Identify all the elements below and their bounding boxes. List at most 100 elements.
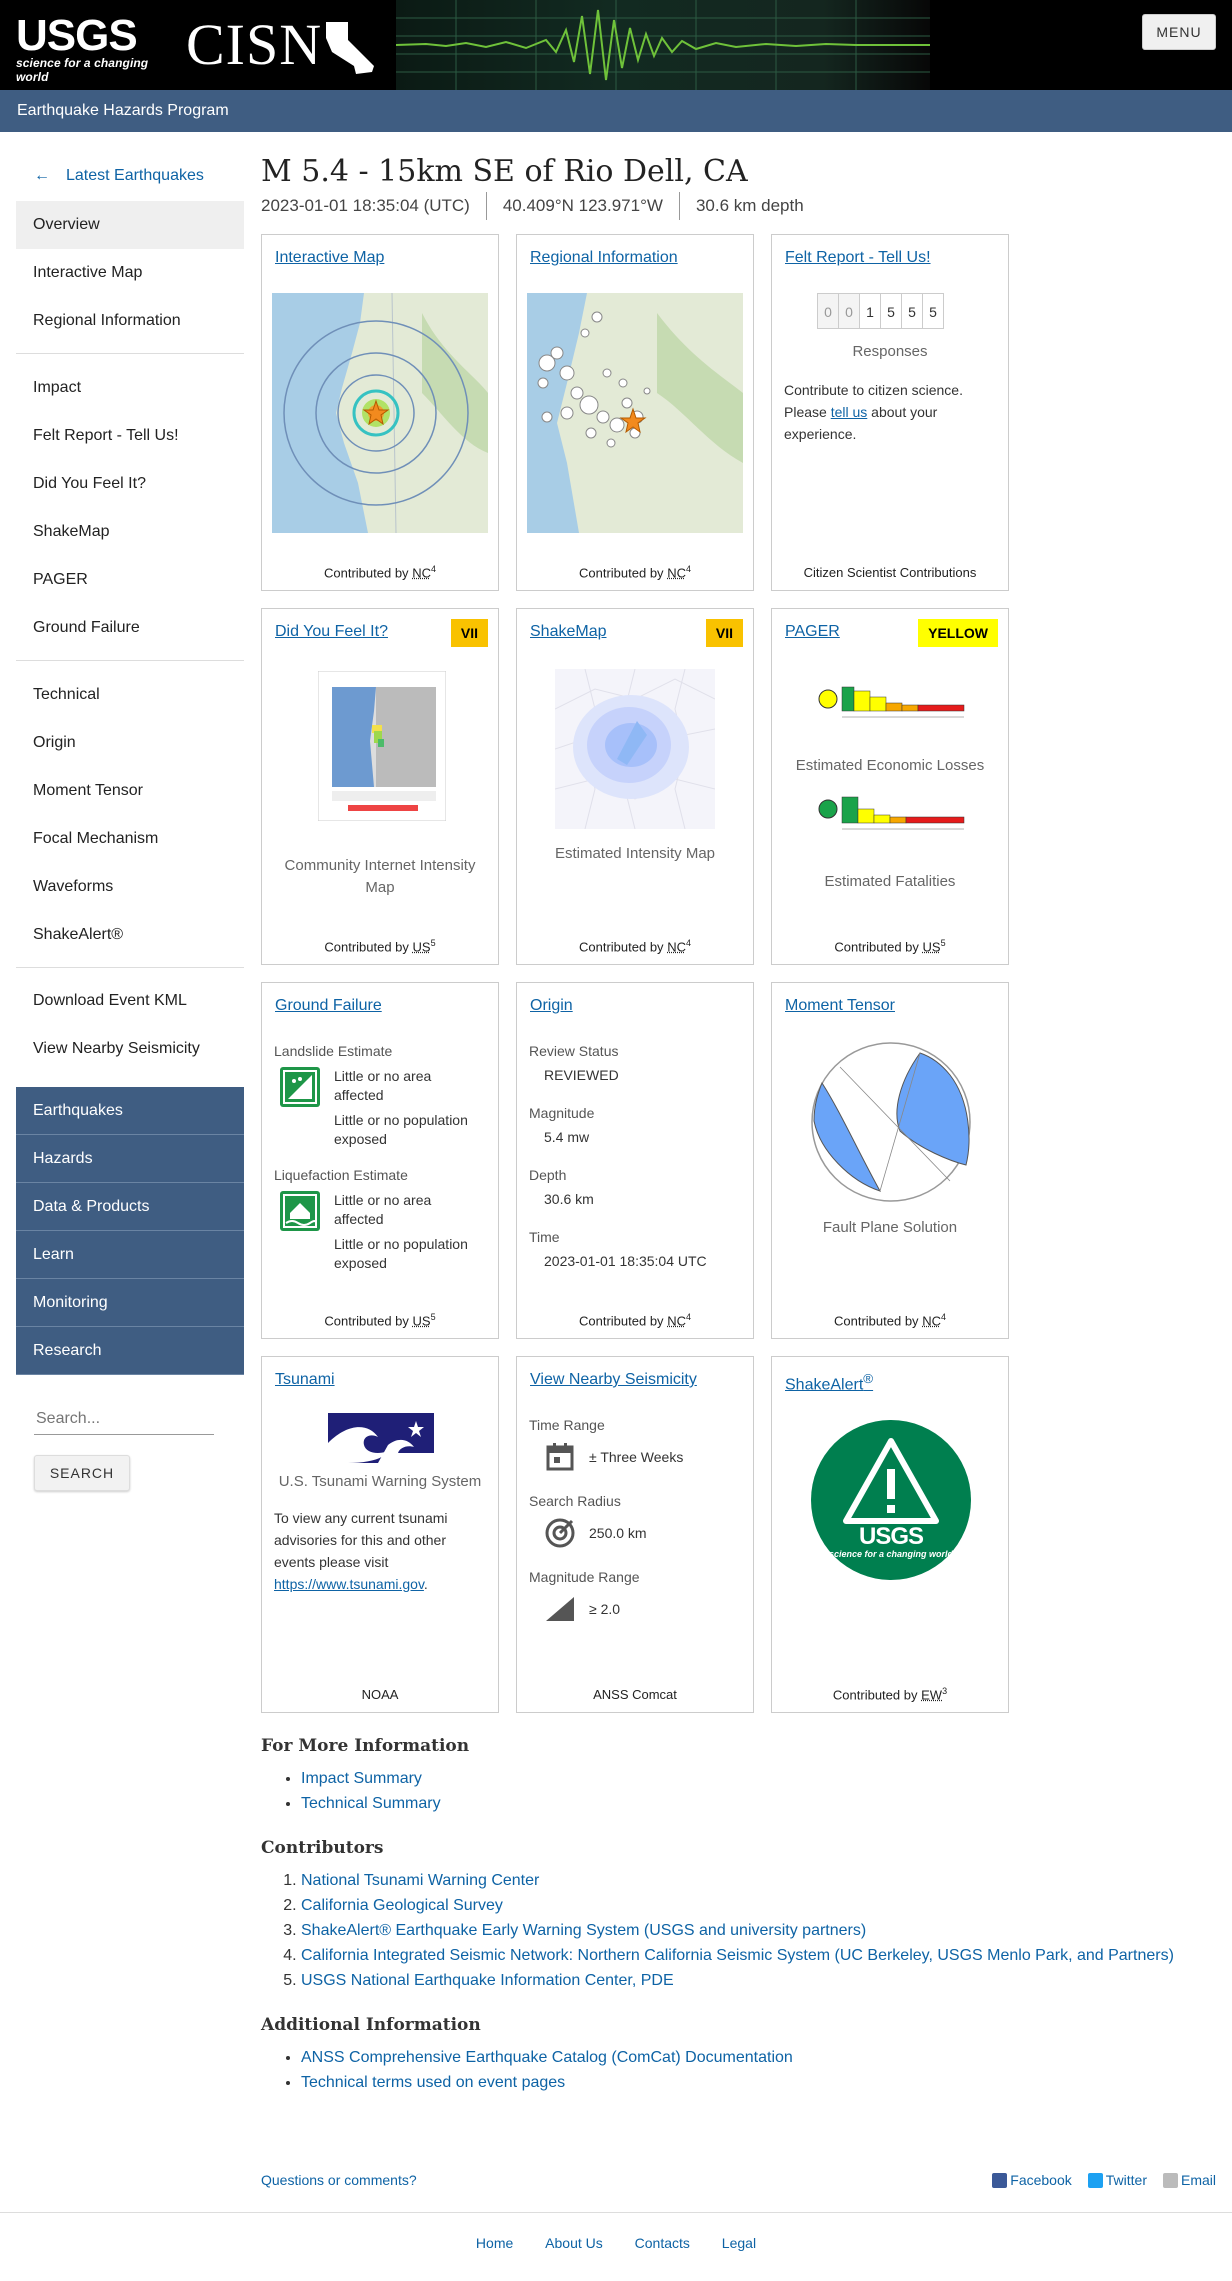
card-felt-report[interactable]: Felt Report - Tell Us! 0 0 1 5 5 5 Respo… [771, 234, 1009, 591]
contrib-ref[interactable]: 5 [431, 1312, 436, 1322]
search-button[interactable]: SEARCH [34, 1455, 130, 1491]
card-shakemap[interactable]: ShakeMap VII Estimated Intensity Map Con… [516, 608, 754, 965]
shakealert-logo[interactable]: USGS science for a changing world [810, 1419, 972, 1581]
footer-about-link[interactable]: About Us [545, 2235, 603, 2251]
card-title-ground-failure[interactable]: Ground Failure [275, 997, 382, 1015]
contrib-network[interactable]: US [923, 939, 941, 954]
more-information-section: For More Information Impact Summary Tech… [261, 1736, 1216, 1816]
footer-legal-link[interactable]: Legal [722, 2235, 756, 2251]
tsunami-gov-link[interactable]: https://www.tsunami.gov [274, 1576, 424, 1592]
search-input[interactable] [34, 1403, 214, 1435]
nav-item-regional-information[interactable]: Regional Information [16, 297, 244, 345]
footer-home-link[interactable]: Home [476, 2235, 513, 2251]
nav-item-shakemap[interactable]: ShakeMap [16, 508, 244, 556]
shakemap-thumbnail[interactable] [554, 668, 716, 830]
contributor-link[interactable]: USGS National Earthquake Information Cen… [301, 1972, 674, 1989]
nav-item-impact[interactable]: Impact [16, 364, 244, 412]
twitter-share-link[interactable]: Twitter [1087, 2172, 1147, 2188]
contributor-link[interactable]: National Tsunami Warning Center [301, 1872, 539, 1889]
site-nav-data-products[interactable]: Data & Products [16, 1183, 244, 1231]
comcat-docs-link[interactable]: ANSS Comprehensive Earthquake Catalog (C… [301, 2049, 793, 2066]
site-nav-hazards[interactable]: Hazards [16, 1135, 244, 1183]
card-shakealert[interactable]: ShakeAlert® USGS science for a changing … [771, 1356, 1009, 1713]
contrib-network[interactable]: NC [412, 565, 431, 580]
card-origin[interactable]: Origin Review Status REVIEWED Magnitude … [516, 982, 754, 1339]
contrib-ref[interactable]: 3 [942, 1686, 947, 1696]
contrib-ref[interactable]: 4 [686, 1312, 691, 1322]
card-nearby-seismicity[interactable]: View Nearby Seismicity Time Range ± Thre… [516, 1356, 754, 1713]
card-dyfi[interactable]: Did You Feel It? VII Community Internet … [261, 608, 499, 965]
contrib-network[interactable]: US [413, 1313, 431, 1328]
card-pager[interactable]: PAGER YELLOW Estimated Economic Losses E… [771, 608, 1009, 965]
card-title-nearby[interactable]: View Nearby Seismicity [530, 1371, 697, 1389]
card-title-felt-report[interactable]: Felt Report - Tell Us! [785, 249, 931, 267]
contrib-ref[interactable]: 4 [431, 564, 436, 574]
contrib-ref[interactable]: 4 [686, 938, 691, 948]
nav-item-pager[interactable]: PAGER [16, 556, 244, 604]
pager-fatalities-histogram[interactable] [818, 795, 968, 839]
site-nav-earthquakes[interactable]: Earthquakes [16, 1087, 244, 1135]
contrib-network[interactable]: NC [667, 565, 686, 580]
contributor-link[interactable]: California Integrated Seismic Network: N… [301, 1947, 1174, 1964]
nav-item-overview[interactable]: Overview [16, 201, 244, 249]
nav-item-origin[interactable]: Origin [16, 719, 244, 767]
card-interactive-map[interactable]: Interactive Map Contributed by NC4 [261, 234, 499, 591]
dyfi-map-thumbnail[interactable] [317, 670, 447, 822]
nav-item-interactive-map[interactable]: Interactive Map [16, 249, 244, 297]
contributor-link[interactable]: ShakeAlert® Earthquake Early Warning Sys… [301, 1922, 866, 1939]
contrib-network[interactable]: EW [921, 1687, 942, 1702]
nav-item-technical[interactable]: Technical [16, 671, 244, 719]
card-title-interactive-map[interactable]: Interactive Map [275, 249, 384, 267]
nav-item-download-kml[interactable]: Download Event KML [16, 977, 244, 1025]
contrib-ref[interactable]: 4 [686, 564, 691, 574]
nav-item-dyfi[interactable]: Did You Feel It? [16, 460, 244, 508]
card-regional-information[interactable]: Regional Information Contributed by NC4 [516, 234, 754, 591]
card-title-pager[interactable]: PAGER [785, 623, 840, 641]
site-nav-learn[interactable]: Learn [16, 1231, 244, 1279]
card-title-dyfi[interactable]: Did You Feel It? [275, 623, 388, 641]
card-tsunami[interactable]: Tsunami U.S. Tsunami Warning System To v… [261, 1356, 499, 1713]
impact-summary-link[interactable]: Impact Summary [301, 1770, 422, 1787]
regional-map-thumbnail[interactable] [527, 293, 743, 533]
program-bar[interactable]: Earthquake Hazards Program [0, 90, 1232, 132]
nav-item-shakealert[interactable]: ShakeAlert® [16, 911, 244, 959]
facebook-share-link[interactable]: Facebook [992, 2172, 1072, 2188]
questions-link[interactable]: Questions or comments? [261, 2172, 417, 2188]
card-title-origin[interactable]: Origin [530, 997, 573, 1015]
pager-losses-histogram[interactable] [818, 685, 968, 729]
nav-item-focal-mechanism[interactable]: Focal Mechanism [16, 815, 244, 863]
footer-contacts-link[interactable]: Contacts [635, 2235, 690, 2251]
nav-item-felt-report[interactable]: Felt Report - Tell Us! [16, 412, 244, 460]
menu-button[interactable]: MENU [1142, 14, 1216, 50]
contrib-ref[interactable]: 5 [941, 938, 946, 948]
nav-item-nearby-seismicity[interactable]: View Nearby Seismicity [16, 1025, 244, 1073]
beachball-icon[interactable] [810, 1041, 972, 1203]
nav-item-ground-failure[interactable]: Ground Failure [16, 604, 244, 652]
contrib-network[interactable]: NC [667, 939, 686, 954]
nav-item-waveforms[interactable]: Waveforms [16, 863, 244, 911]
site-nav-monitoring[interactable]: Monitoring [16, 1279, 244, 1327]
nav-item-moment-tensor[interactable]: Moment Tensor [16, 767, 244, 815]
card-title-shakealert[interactable]: ShakeAlert® [785, 1371, 873, 1394]
tell-us-link[interactable]: tell us [831, 404, 868, 420]
contrib-ref[interactable]: 4 [941, 1312, 946, 1322]
card-title-regional[interactable]: Regional Information [530, 249, 678, 267]
technical-summary-link[interactable]: Technical Summary [301, 1795, 441, 1812]
usgs-logo[interactable]: USGS science for a changing world [16, 14, 170, 85]
cisn-logo[interactable]: CISN [186, 14, 386, 76]
technical-terms-link[interactable]: Technical terms used on event pages [301, 2074, 565, 2091]
card-title-shakemap[interactable]: ShakeMap [530, 623, 607, 641]
email-share-link[interactable]: Email [1162, 2172, 1216, 2188]
back-to-latest-earthquakes-link[interactable]: ← Latest Earthquakes [16, 152, 244, 200]
card-ground-failure[interactable]: Ground Failure Landslide Estimate Little… [261, 982, 499, 1339]
contrib-network[interactable]: NC [667, 1313, 686, 1328]
card-title-moment-tensor[interactable]: Moment Tensor [785, 997, 895, 1015]
card-title-tsunami[interactable]: Tsunami [275, 1371, 335, 1389]
contributor-link[interactable]: California Geological Survey [301, 1897, 503, 1914]
card-moment-tensor[interactable]: Moment Tensor Fault Plane Solution Contr… [771, 982, 1009, 1339]
site-nav-research[interactable]: Research [16, 1327, 244, 1375]
contrib-network[interactable]: US [413, 939, 431, 954]
contrib-network[interactable]: NC [922, 1313, 941, 1328]
contrib-ref[interactable]: 5 [431, 938, 436, 948]
interactive-map-thumbnail[interactable] [272, 293, 488, 533]
